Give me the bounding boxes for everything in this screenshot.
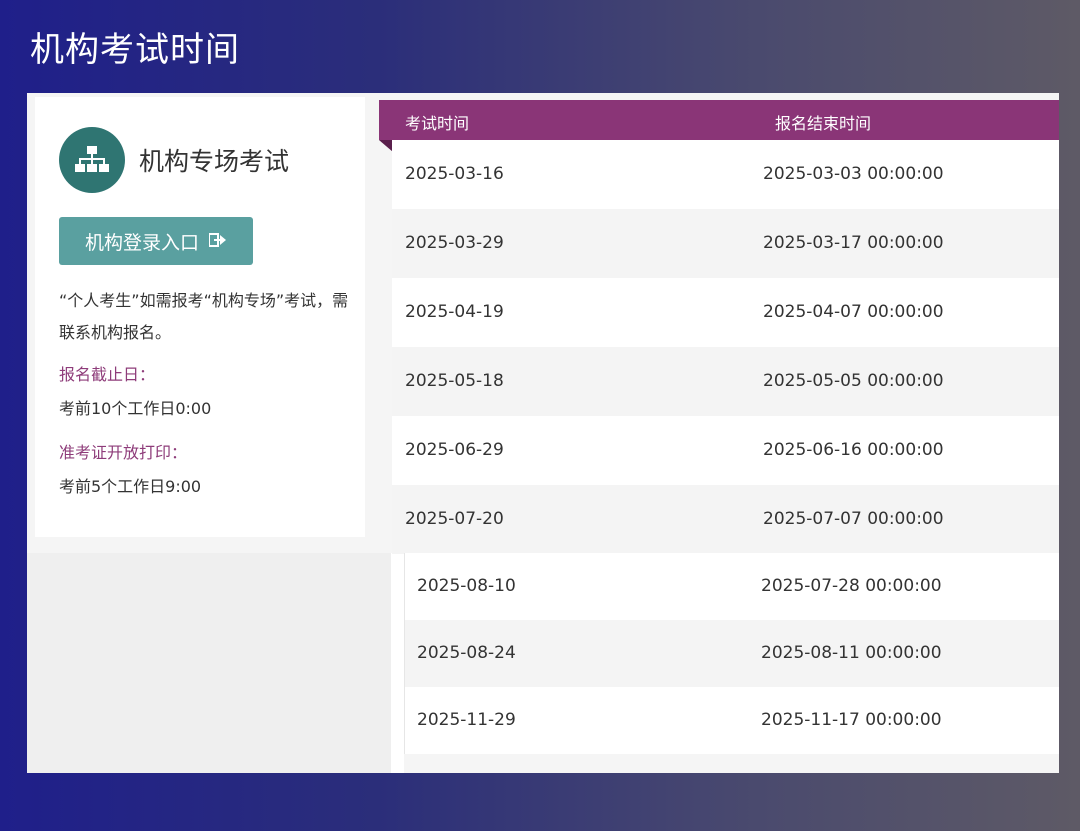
table-row: 2025-03-16 2025-03-03 00:00:00 (392, 140, 1059, 209)
reg-end-cell: 2025-07-07 00:00:00 (763, 509, 944, 529)
org-login-label: 机构登录入口 (84, 231, 199, 254)
header-exam-date: 考试时间 (405, 114, 470, 133)
table-body: 2025-03-16 2025-03-03 00:00:00 2025-03-2… (392, 140, 1059, 554)
blank-area (27, 553, 391, 773)
exam-date-cell: 2025-07-20 (405, 509, 504, 529)
table-row: 2025-11-29 2025-11-17 00:00:00 (405, 687, 1059, 754)
table-row: 2025-03-29 2025-03-17 00:00:00 (392, 209, 1059, 278)
sign-in-icon (208, 230, 227, 252)
exam-date-cell: 2025-08-10 (417, 576, 516, 596)
table-row: 2025-08-24 2025-08-11 00:00:00 (405, 620, 1059, 687)
reg-end-cell: 2025-03-17 00:00:00 (763, 233, 944, 253)
reg-end-cell: 2025-04-07 00:00:00 (763, 302, 944, 322)
reg-end-cell: 2025-03-03 00:00:00 (763, 164, 944, 184)
divider (391, 553, 404, 773)
exam-date-cell: 2025-05-18 (405, 371, 504, 391)
reg-end-cell: 2025-07-28 00:00:00 (761, 576, 942, 596)
table-body-continued: 2025-08-10 2025-07-28 00:00:00 2025-08-2… (404, 553, 1059, 754)
org-card: 机构专场考试 机构登录入口 “个人考生”如需报考“机构专场”考试，需联系机构报名… (35, 97, 365, 537)
table-header: 考试时间 报名结束时间 (379, 100, 1059, 152)
content-panel: 机构专场考试 机构登录入口 “个人考生”如需报考“机构专场”考试，需联系机构报名… (27, 93, 1059, 773)
exam-date-cell: 2025-11-29 (417, 710, 516, 730)
page-title: 机构考试时间 (30, 30, 240, 70)
org-title: 机构专场考试 (139, 147, 290, 176)
exam-date-cell: 2025-04-19 (405, 302, 504, 322)
table-row: 2025-08-10 2025-07-28 00:00:00 (405, 553, 1059, 620)
table-row: 2025-07-20 2025-07-07 00:00:00 (392, 485, 1059, 554)
reg-end-cell: 2025-08-11 00:00:00 (761, 643, 942, 663)
org-header: 机构专场考试 (59, 127, 289, 193)
exam-date-cell: 2025-03-29 (405, 233, 504, 253)
table-row: 2025-05-18 2025-05-05 00:00:00 (392, 347, 1059, 416)
deadline-label: 报名截止日： (59, 365, 156, 384)
exam-date-cell: 2025-06-29 (405, 440, 504, 460)
org-login-button[interactable]: 机构登录入口 (59, 217, 253, 265)
org-note: “个人考生”如需报考“机构专场”考试，需联系机构报名。 (59, 291, 349, 342)
reg-end-cell: 2025-11-17 00:00:00 (761, 710, 942, 730)
deadline-value: 考前10个工作日0:00 (59, 399, 212, 418)
print-label: 准考证开放打印： (59, 443, 188, 462)
reg-end-cell: 2025-05-05 00:00:00 (763, 371, 944, 391)
exam-date-cell: 2025-08-24 (417, 643, 516, 663)
print-value: 考前5个工作日9:00 (59, 477, 202, 496)
exam-date-cell: 2025-03-16 (405, 164, 504, 184)
table-row: 2025-06-29 2025-06-16 00:00:00 (392, 416, 1059, 485)
org-chart-icon (59, 127, 125, 193)
reg-end-cell: 2025-06-16 00:00:00 (763, 440, 944, 460)
header-reg-end: 报名结束时间 (775, 114, 872, 133)
table-row: 2025-04-19 2025-04-07 00:00:00 (392, 278, 1059, 347)
